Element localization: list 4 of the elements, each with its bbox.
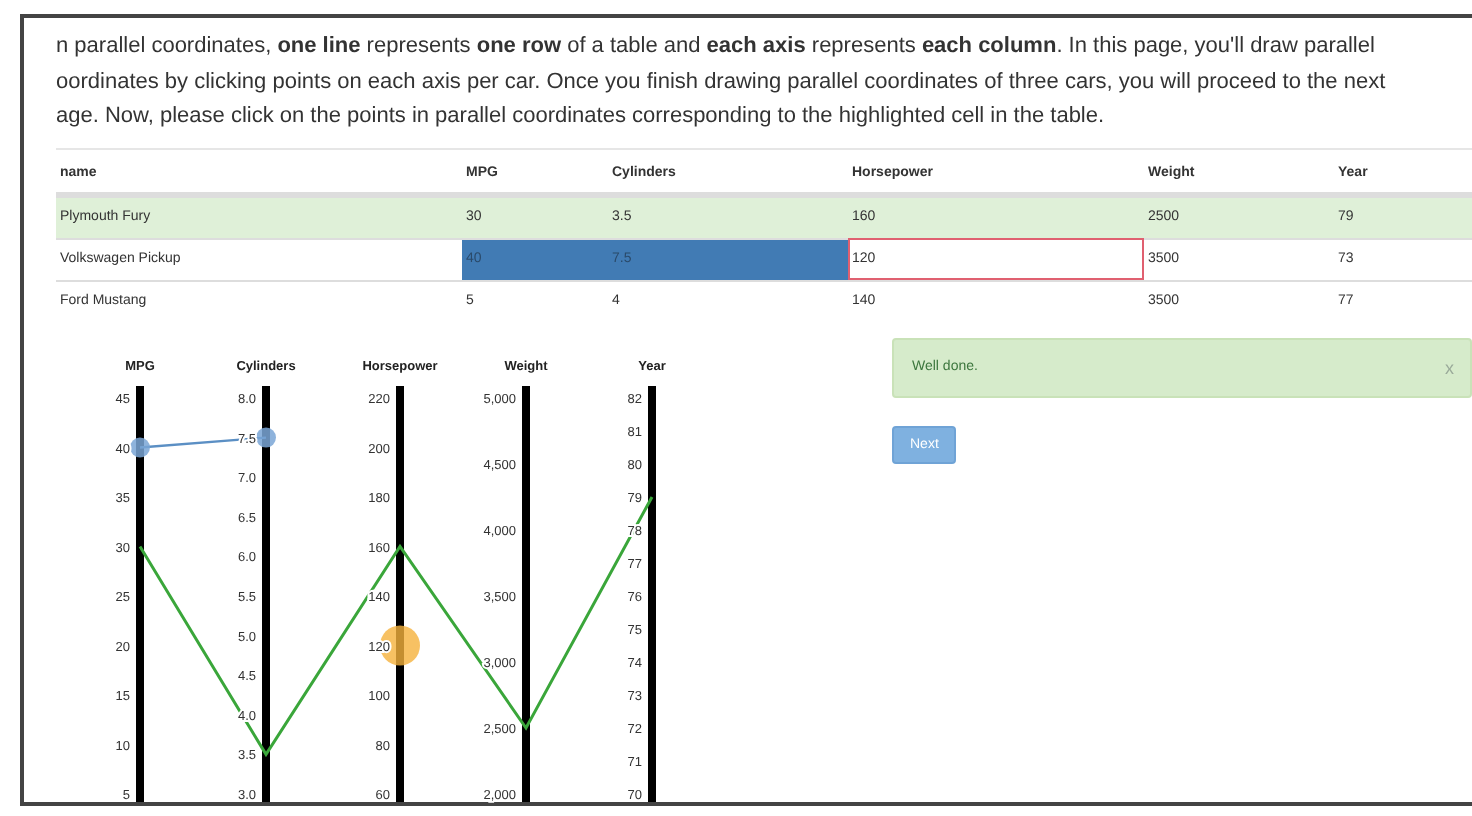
instruction-text: n parallel coordinates, one line represents one row of a table and each axis represents each column. In this page, you'll draw parallel [56, 32, 1377, 62]
instruction-text: oordinates by clicking points on each axis per car. Once you finish drawing parallel coordinates of three cars, you will proceed to the next [56, 67, 1388, 97]
instruction-text: age. Now, please click on the points in parallel coordinates corresponding to the highlighted cell in the table. [56, 102, 1107, 132]
close-button[interactable]: x [1445, 357, 1454, 377]
